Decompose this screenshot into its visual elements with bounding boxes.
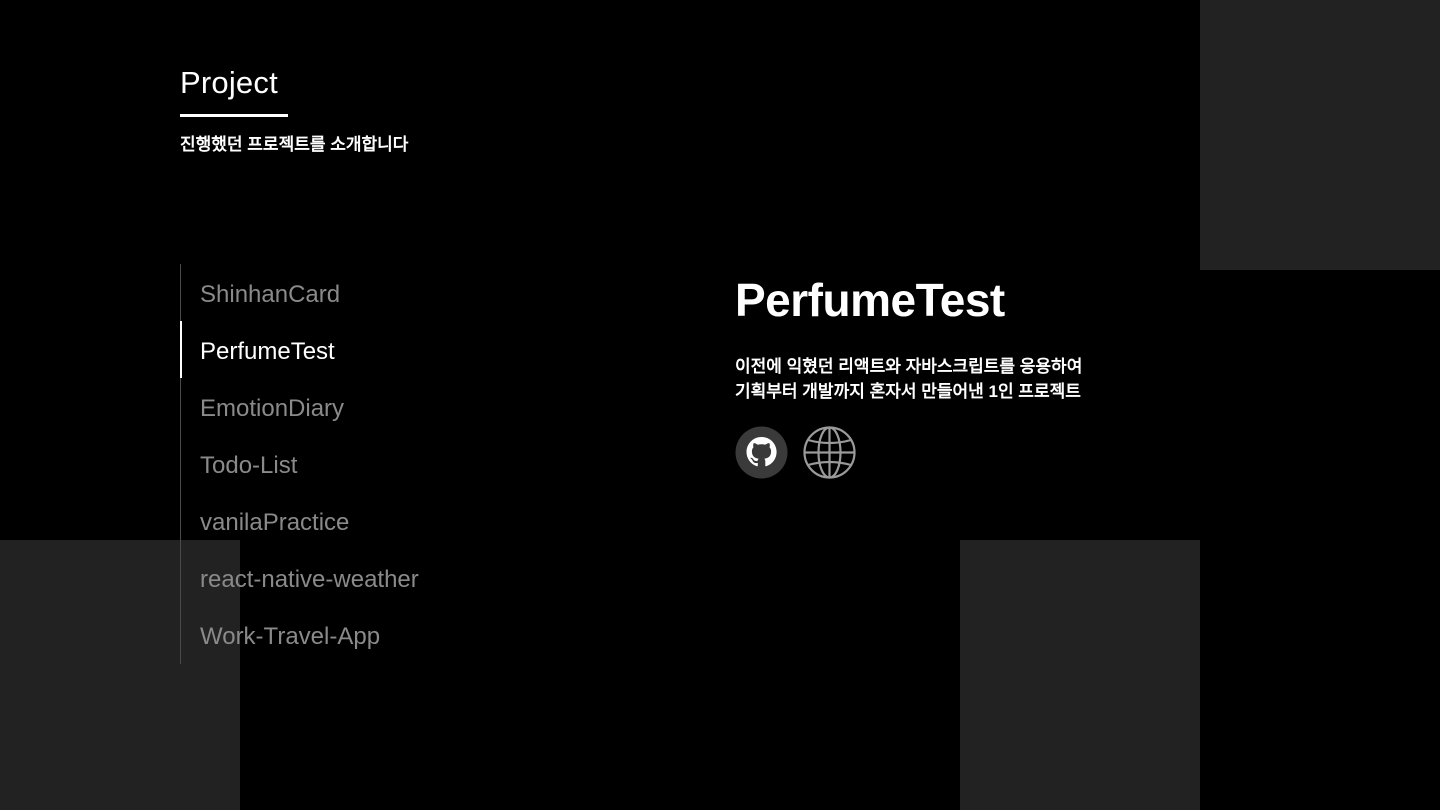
decorative-block-bottom-mid	[960, 540, 1200, 810]
globe-icon[interactable]	[803, 426, 856, 479]
section-subtitle: 진행했던 프로젝트를 소개합니다	[180, 135, 409, 154]
title-underline	[180, 114, 288, 117]
decorative-block-top-right	[1200, 0, 1440, 270]
project-item-react-native-weather[interactable]: react-native-weather	[181, 549, 481, 606]
project-detail-title: PerfumeTest	[735, 274, 1005, 326]
project-item-emotiondiary[interactable]: EmotionDiary	[181, 378, 481, 435]
project-item-work-travel-app[interactable]: Work-Travel-App	[181, 606, 481, 663]
project-list: ShinhanCard PerfumeTest EmotionDiary Tod…	[180, 264, 481, 664]
project-item-shinhancard[interactable]: ShinhanCard	[181, 264, 481, 321]
project-item-vanilapractice[interactable]: vanilaPractice	[181, 492, 481, 549]
project-page: Project 진행했던 프로젝트를 소개합니다 ShinhanCard Per…	[0, 0, 1440, 810]
project-links	[735, 426, 1175, 479]
github-icon[interactable]	[735, 426, 788, 479]
project-item-perfumetest[interactable]: PerfumeTest	[180, 321, 481, 378]
section-title: Project	[180, 65, 278, 100]
description-line-1: 이전에 익혔던 리액트와 자바스크립트를 응용하여	[735, 357, 1083, 376]
project-item-todo-list[interactable]: Todo-List	[181, 435, 481, 492]
section-header: Project 진행했던 프로젝트를 소개합니다	[180, 62, 408, 157]
project-detail: PerfumeTest 이전에 익혔던 리액트와 자바스크립트를 응용하여 기획…	[735, 270, 1175, 479]
project-detail-description: 이전에 익혔던 리액트와 자바스크립트를 응용하여 기획부터 개발까지 혼자서 …	[735, 354, 1175, 404]
description-line-2: 기획부터 개발까지 혼자서 만들어낸 1인 프로젝트	[735, 382, 1081, 401]
